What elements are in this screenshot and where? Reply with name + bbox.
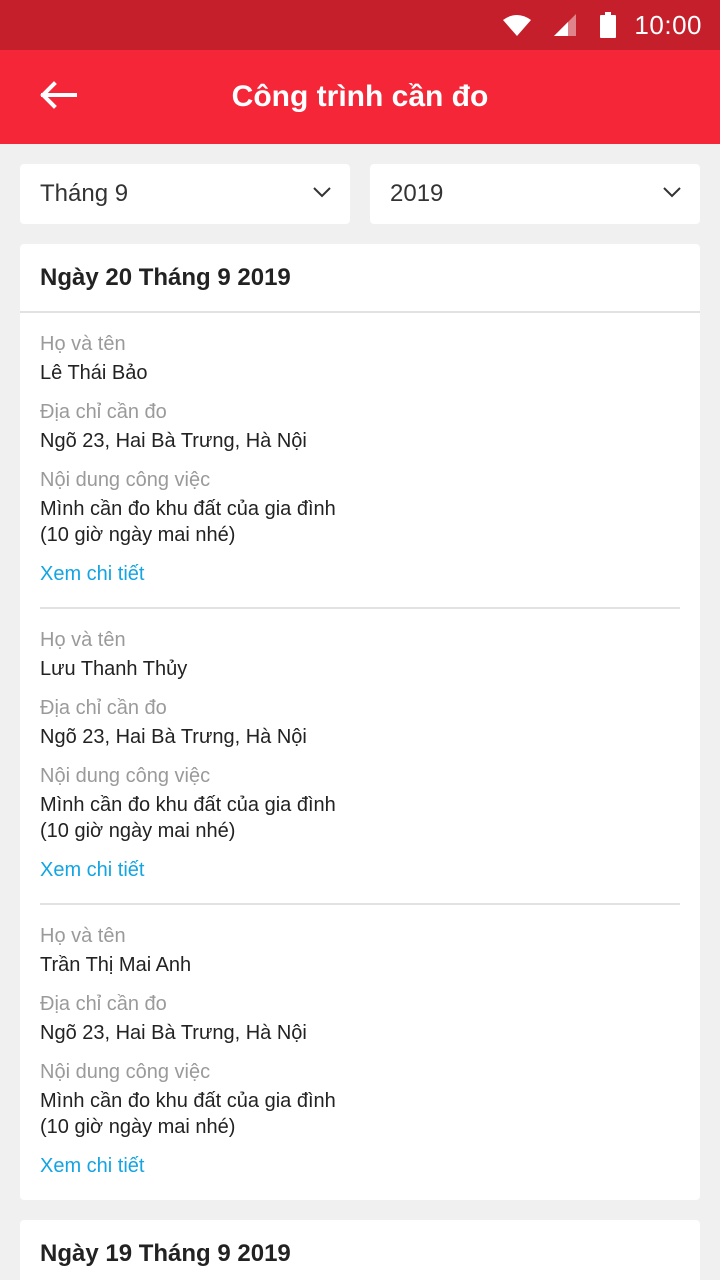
status-time: 10:00	[634, 9, 702, 40]
content-label: Nội dung công việc	[40, 765, 211, 787]
name-value: Lê Thái Bảo	[40, 362, 148, 384]
name-label: Họ và tên	[40, 925, 126, 947]
arrow-left-icon	[39, 80, 77, 114]
address-label: Địa chỉ cần đo	[40, 993, 167, 1015]
content-line-1: Mình cần đo khu đất của gia đình	[40, 794, 336, 816]
battery-icon	[600, 12, 617, 38]
content-line-2: (10 giờ ngày mai nhé)	[40, 524, 236, 546]
year-select[interactable]: 2019	[370, 164, 700, 224]
list-item: Họ và tên Trần Thị Mai Anh Địa chỉ cần đ…	[40, 905, 680, 1199]
chevron-down-icon	[312, 185, 332, 204]
content-label: Nội dung công việc	[40, 469, 211, 491]
content-line-2: (10 giờ ngày mai nhé)	[40, 820, 236, 842]
view-details-link[interactable]: Xem chi tiết	[40, 563, 144, 586]
name-label: Họ và tên	[40, 333, 126, 355]
content-line-1: Mình cần đo khu đất của gia đình	[40, 498, 336, 520]
chevron-down-icon	[662, 185, 682, 204]
list-item: Họ và tên Lưu Thanh Thủy Địa chỉ cần đo …	[40, 609, 680, 903]
address-value: Ngõ 23, Hai Bà Trưng, Hà Nội	[40, 1022, 307, 1044]
signal-icon	[552, 12, 578, 38]
name-value: Trần Thị Mai Anh	[40, 954, 192, 976]
name-value: Lưu Thanh Thủy	[40, 658, 188, 680]
content-label: Nội dung công việc	[40, 1061, 211, 1083]
page-title: Công trình cần đo	[231, 80, 489, 113]
address-value: Ngõ 23, Hai Bà Trưng, Hà Nội	[40, 726, 307, 748]
view-details-link[interactable]: Xem chi tiết	[40, 859, 144, 882]
status-icons: 10:00	[502, 0, 702, 50]
back-button[interactable]	[28, 72, 88, 122]
content-line-1: Mình cần đo khu đất của gia đình	[40, 1090, 336, 1112]
month-select[interactable]: Tháng 9	[20, 164, 350, 224]
date-group-card: Ngày 20 Tháng 9 2019 Họ và tên Lê Thái B…	[20, 244, 700, 1200]
year-select-value: 2019	[390, 180, 444, 207]
wifi-icon	[502, 13, 532, 37]
date-group-card: Ngày 19 Tháng 9 2019	[20, 1220, 700, 1280]
view-details-link[interactable]: Xem chi tiết	[40, 1155, 144, 1178]
month-select-value: Tháng 9	[40, 180, 129, 207]
app-bar: Công trình cần đo	[0, 50, 720, 144]
address-value: Ngõ 23, Hai Bà Trưng, Hà Nội	[40, 430, 307, 452]
address-label: Địa chỉ cần đo	[40, 697, 167, 719]
list-item: Họ và tên Lê Thái Bảo Địa chỉ cần đo Ngõ…	[40, 313, 680, 607]
address-label: Địa chỉ cần đo	[40, 401, 167, 423]
date-group-header: Ngày 20 Tháng 9 2019	[20, 244, 700, 313]
content-line-2: (10 giờ ngày mai nhé)	[40, 1116, 236, 1138]
status-bar: 10:00	[0, 0, 720, 50]
date-group-header: Ngày 19 Tháng 9 2019	[20, 1220, 700, 1280]
name-label: Họ và tên	[40, 629, 126, 651]
